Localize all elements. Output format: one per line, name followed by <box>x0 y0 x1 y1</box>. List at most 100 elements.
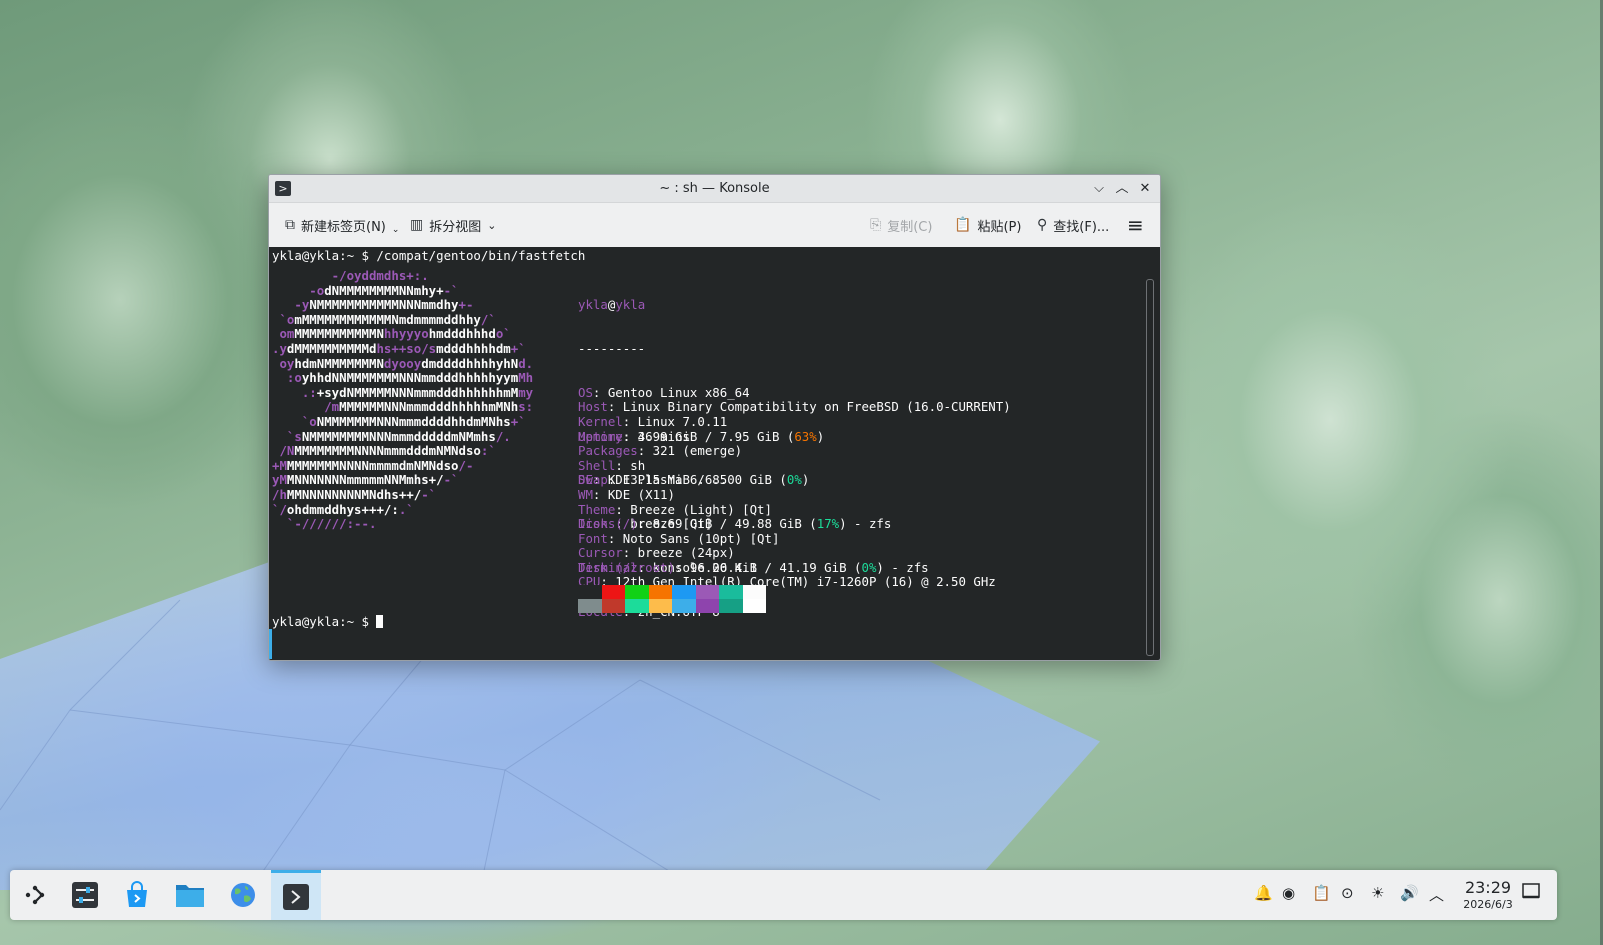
konsole-window[interactable]: > ~ : sh — Konsole ⌵ ︿ ✕ ⧉ 新建标签页(N) ⌄ ▥ … <box>268 174 1161 661</box>
palette-swatch <box>695 599 719 613</box>
logo-segment: dmddddhhhhyhN <box>421 355 519 371</box>
info-key: Font <box>578 530 608 546</box>
info-key: Packages <box>578 443 638 459</box>
info-value: : sh <box>615 457 646 473</box>
window-titlebar[interactable]: > ~ : sh — Konsole ⌵ ︿ ✕ <box>269 175 1160 203</box>
minimize-button[interactable]: ⌵ <box>1089 179 1109 199</box>
network-icon[interactable]: ◉ <box>1282 884 1295 902</box>
folder-icon <box>176 885 204 907</box>
palette-swatch <box>742 585 766 599</box>
host-name: ykla <box>615 297 646 313</box>
paste-button[interactable]: 📋 粘贴(P) <box>954 215 1021 235</box>
logo-line: +MMMMMMMMNNNNmmmmdmNMNdso/- <box>272 457 533 474</box>
disk-zroot-percent: 0% <box>861 559 877 575</box>
logo-segment: `-//////:--. <box>272 516 377 532</box>
terminal-area[interactable]: ykla@ykla:~ $ /compat/gentoo/bin/fastfet… <box>269 247 1160 660</box>
logo-segment: +` <box>510 340 526 356</box>
palette-swatch <box>672 599 696 613</box>
launcher-icon <box>25 885 45 905</box>
info-row: Theme: Breeze (Light) [Qt] <box>578 501 1011 518</box>
info-value: : Linux Binary Compatibility on FreeBSD … <box>607 399 1011 415</box>
logo-segment: MMMMMMMMMMMN <box>294 326 384 342</box>
brightness-icon[interactable]: ☀ <box>1371 884 1384 902</box>
palette-row-top <box>578 585 766 599</box>
logo-segment: NMMMMMMMMNNNmmmdddddmNMmhs <box>301 428 496 444</box>
user-name: ykla <box>578 297 608 313</box>
konsole-task-button[interactable] <box>271 870 321 920</box>
info-row: OS: Gentoo Linux x86_64 <box>578 384 1011 401</box>
logo-line: `-//////:--. <box>272 516 533 532</box>
logo-segment: -` <box>443 282 459 298</box>
info-row-disk-zroot: Disk (/zroot): 96.00 KiB / 41.19 GiB (0%… <box>578 559 929 575</box>
system-settings-button[interactable] <box>64 875 106 915</box>
prompt-text: ykla@ykla:~ $ <box>272 614 377 629</box>
info-value: : Breeze (Light) [Qt] <box>615 501 772 517</box>
info-key: OS <box>578 384 593 400</box>
palette-swatch <box>648 585 672 599</box>
disk-root-percent: 17% <box>816 516 840 532</box>
logo-segment: /` <box>480 311 496 327</box>
palette-row-bottom <box>578 599 766 613</box>
app-launcher-button[interactable] <box>14 875 56 915</box>
close-button[interactable]: ✕ <box>1135 179 1155 199</box>
settings-icon <box>72 882 98 908</box>
logo-line: .:+sydNMMMMMNNNmmmdddhhhhhhmMmy <box>272 384 534 401</box>
logo-segment: oy <box>272 355 295 371</box>
hamburger-menu-icon[interactable]: ≡ <box>1127 213 1144 237</box>
logo-segment: `s <box>272 428 302 444</box>
logo-line: `sNMMMMMMMMNNNmmmdddddmNMmhs/. <box>272 428 533 445</box>
logo-segment: mdddhhhhdm <box>436 340 511 356</box>
logo-segment: mMMMMMMMMMMMMNmdmmmmddhhy <box>294 311 481 327</box>
user-host-line: ykla@ykla <box>578 297 1011 313</box>
clock[interactable]: 23:29 2026/6/3 <box>1453 878 1523 911</box>
active-line-marker <box>269 629 272 659</box>
logo-segment: Mh <box>518 370 534 386</box>
media-icon[interactable]: ⊙ <box>1341 884 1354 902</box>
info-value: : Noto Sans (10pt) [Qt] <box>607 530 780 546</box>
web-browser-button[interactable] <box>222 875 264 915</box>
palette-swatch <box>578 599 602 613</box>
copy-button[interactable]: ⎘ 复制(C) <box>870 215 932 235</box>
new-tab-chevron-icon[interactable]: ⌄ <box>392 225 400 235</box>
logo-segment: d. <box>518 355 534 371</box>
gentoo-logo: -/oyddmdhs+:. -odNMMMMMMMMNNmhy+-` -yNMM… <box>272 268 534 532</box>
logo-segment: +M <box>272 457 287 473</box>
split-view-button[interactable]: ▥ 拆分视图 ⌄ <box>410 215 496 235</box>
logo-segment: .: <box>272 384 317 400</box>
info-key: Cursor <box>578 545 623 561</box>
logo-segment: `o <box>272 311 295 327</box>
clipboard-icon[interactable]: 📋 <box>1312 884 1331 902</box>
maximize-button[interactable]: ︿ <box>1112 179 1132 199</box>
logo-segment: -y <box>272 297 310 313</box>
logo-segment: dyooy <box>383 355 422 371</box>
palette-swatch <box>601 599 625 613</box>
expand-icon[interactable]: ︿ <box>1429 884 1444 905</box>
notifications-icon[interactable]: 🔔 <box>1254 884 1273 902</box>
logo-segment: -/oyddmdhs+:. <box>272 268 429 283</box>
window-title: ~ : sh — Konsole <box>659 181 770 196</box>
terminal-scrollbar[interactable] <box>1146 279 1154 656</box>
separator-line: --------- <box>578 340 646 356</box>
discover-button[interactable] <box>116 875 158 915</box>
show-desktop-icon[interactable] <box>1522 882 1540 904</box>
info-value: : breeze (24px) <box>622 545 735 561</box>
logo-segment: :o <box>272 370 302 386</box>
logo-segment: o` <box>495 326 511 342</box>
volume-icon[interactable]: 🔊 <box>1400 884 1419 902</box>
palette-swatch <box>625 599 649 613</box>
logo-line: yMMNNNNNNNmmmmmNNMmhs+/-` <box>272 473 533 488</box>
dolphin-button[interactable] <box>169 875 211 915</box>
info-value: : 321 (emerge) <box>637 443 743 459</box>
copy-label: 复制(C) <box>887 219 933 235</box>
new-tab-button[interactable]: ⧉ 新建标签页(N) ⌄ <box>285 215 399 235</box>
konsole-toolbar: ⧉ 新建标签页(N) ⌄ ▥ 拆分视图 ⌄ ⎘ 复制(C) 📋 粘贴(P) ⚲ … <box>269 203 1160 248</box>
logo-segment: om <box>272 326 295 342</box>
logo-segment: my <box>518 384 534 400</box>
find-button[interactable]: ⚲ 查找(F)... <box>1037 215 1109 235</box>
prompt-line: ykla@ykla:~ $ <box>272 614 384 630</box>
logo-line: oyhdmNMMMMMMMNdyooydmddddhhhhyhNd. <box>272 355 534 372</box>
info-value: : KDE (X11) <box>592 486 675 502</box>
palette-swatch <box>601 585 625 599</box>
palette-swatch <box>742 599 766 613</box>
clock-time: 23:29 <box>1464 878 1512 897</box>
